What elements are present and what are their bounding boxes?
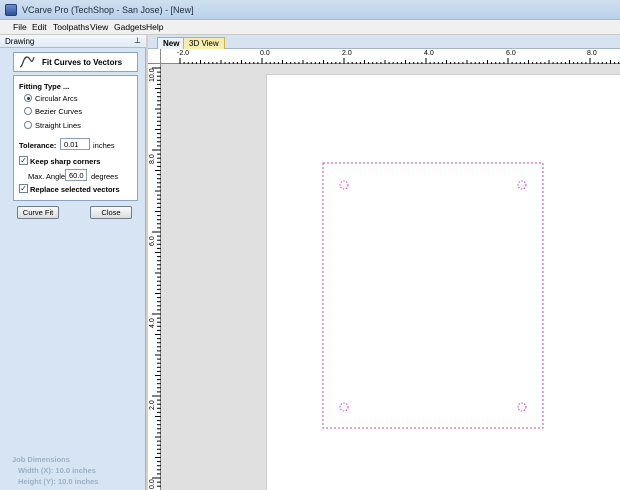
circular-arcs-label: Circular Arcs xyxy=(35,94,78,103)
job-width: Width (X): 10.0 inches xyxy=(18,466,96,475)
ruler-left-label: 0.0 xyxy=(149,479,156,489)
tolerance-units: inches xyxy=(93,141,115,150)
ruler-top-label: 6.0 xyxy=(506,50,516,57)
title-bar: VCarve Pro (TechShop - San Jose) - [New] xyxy=(0,0,620,20)
fitting-type-label: Fitting Type ... xyxy=(19,82,70,91)
panel-title: Drawing xyxy=(5,37,35,46)
ruler-top-label: 4.0 xyxy=(424,50,434,57)
vector-layer[interactable] xyxy=(161,64,620,490)
selected-rectangle-vector[interactable] xyxy=(322,162,544,429)
left-ruler: 10.0 8.0 6.0 4.0 2.0 0.0 xyxy=(148,64,161,490)
menu-help[interactable]: Help xyxy=(146,22,163,32)
menu-view[interactable]: View xyxy=(90,22,108,32)
fit-curves-icon xyxy=(19,56,35,68)
panel-header: Drawing ⊥ xyxy=(0,35,146,48)
radio-straight-lines[interactable] xyxy=(24,121,32,129)
menu-edit[interactable]: Edit xyxy=(32,22,47,32)
radio-bezier-curves[interactable] xyxy=(24,107,32,115)
tab-new[interactable]: New xyxy=(157,37,186,49)
replace-vectors-label: Replace selected vectors xyxy=(30,185,120,194)
replace-vectors-checkbox[interactable]: ✓ xyxy=(19,184,28,193)
app-icon xyxy=(5,4,17,16)
pin-icon[interactable]: ⊥ xyxy=(134,36,141,45)
job-height: Height (Y): 10.0 inches xyxy=(18,477,99,486)
curve-fit-button[interactable]: Curve Fit xyxy=(17,206,59,219)
ruler-left-label: 2.0 xyxy=(149,400,156,410)
max-angle-units: degrees xyxy=(91,172,119,181)
hole-circle-vector[interactable] xyxy=(339,402,349,412)
tab-3d-view[interactable]: 3D View xyxy=(183,37,225,49)
bezier-curves-label: Bezier Curves xyxy=(35,107,83,116)
menu-bar: File Edit Toolpaths View Gadgets Help xyxy=(0,20,620,35)
ruler-left-label: 4.0 xyxy=(149,318,156,328)
menu-file[interactable]: File xyxy=(13,22,27,32)
keep-corners-label: Keep sharp corners xyxy=(30,157,101,166)
ruler-corner xyxy=(148,49,161,64)
ruler-left-label: 6.0 xyxy=(149,236,156,246)
ruler-top-label: 8.0 xyxy=(587,50,597,57)
max-angle-input[interactable]: 60.0 xyxy=(65,169,87,181)
radio-circular-arcs[interactable] xyxy=(24,94,32,102)
tool-name: Fit Curves to Vectors xyxy=(42,58,123,67)
tool-title-box: Fit Curves to Vectors xyxy=(13,52,138,72)
tolerance-label: Tolerance: xyxy=(19,141,57,150)
hole-circle-vector[interactable] xyxy=(339,180,349,190)
window-title: VCarve Pro (TechShop - San Jose) - [New] xyxy=(22,5,194,15)
settings-box: Fitting Type ... Circular Arcs Bezier Cu… xyxy=(13,75,138,201)
ruler-left-label: 8.0 xyxy=(149,154,156,164)
job-dimensions-heading: Job Dimensions xyxy=(12,455,70,464)
ruler-left-label: 10.0 xyxy=(149,68,156,82)
tolerance-input[interactable]: 0.01 xyxy=(60,138,90,150)
top-ruler-ticks xyxy=(179,58,620,64)
menu-toolpaths[interactable]: Toolpaths xyxy=(53,22,89,32)
top-ruler: -2.0 0.0 2.0 4.0 6.0 8.0 xyxy=(161,49,620,64)
drawing-workspace[interactable] xyxy=(161,64,620,490)
straight-lines-label: Straight Lines xyxy=(35,121,81,130)
hole-circle-vector[interactable] xyxy=(517,180,527,190)
keep-corners-checkbox[interactable]: ✓ xyxy=(19,156,28,165)
left-ruler-ticks xyxy=(152,67,161,487)
view-tabs: New 3D View xyxy=(148,35,620,49)
ruler-top-label: 2.0 xyxy=(342,50,352,57)
ruler-top-label: -2.0 xyxy=(177,50,190,57)
max-angle-label: Max. Angle xyxy=(28,172,66,181)
ruler-top-label: 0.0 xyxy=(260,50,270,57)
close-button[interactable]: Close xyxy=(90,206,132,219)
menu-gadgets[interactable]: Gadgets xyxy=(114,22,146,32)
hole-circle-vector[interactable] xyxy=(517,402,527,412)
